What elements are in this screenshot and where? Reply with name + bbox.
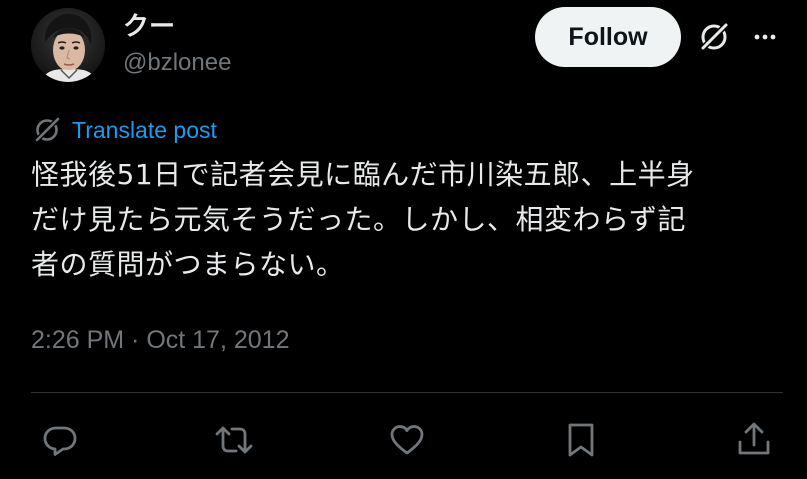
repost-button[interactable] bbox=[212, 418, 256, 462]
grok-icon bbox=[699, 22, 729, 52]
post-text: 怪我後51日で記者会見に臨んだ市川染五郎、上半身 だけ見たら元気そうだった。しか… bbox=[31, 158, 695, 281]
bookmark-button[interactable] bbox=[559, 418, 603, 462]
bookmark-icon bbox=[568, 423, 594, 457]
follow-button[interactable]: Follow bbox=[535, 7, 681, 67]
display-name[interactable]: クー bbox=[123, 6, 175, 43]
translate-post-link[interactable]: Translate post bbox=[32, 114, 217, 146]
like-button[interactable] bbox=[385, 418, 429, 462]
heart-icon bbox=[390, 425, 424, 455]
user-handle[interactable]: @bzlonee bbox=[123, 49, 231, 77]
reply-icon bbox=[43, 426, 77, 456]
user-avatar-photo bbox=[31, 8, 105, 82]
divider bbox=[31, 392, 783, 393]
avatar[interactable] bbox=[31, 8, 105, 82]
post-timestamp[interactable]: 2:26 PM · Oct 17, 2012 bbox=[31, 326, 289, 355]
grok-translate-icon bbox=[32, 115, 62, 145]
grok-button[interactable] bbox=[695, 18, 733, 56]
share-icon bbox=[738, 422, 770, 455]
repost-icon bbox=[215, 426, 253, 454]
translate-post-label: Translate post bbox=[72, 116, 217, 143]
more-options-icon bbox=[754, 34, 776, 40]
reply-button[interactable] bbox=[38, 418, 82, 462]
share-button[interactable] bbox=[732, 418, 776, 462]
more-options-button[interactable] bbox=[748, 20, 782, 54]
